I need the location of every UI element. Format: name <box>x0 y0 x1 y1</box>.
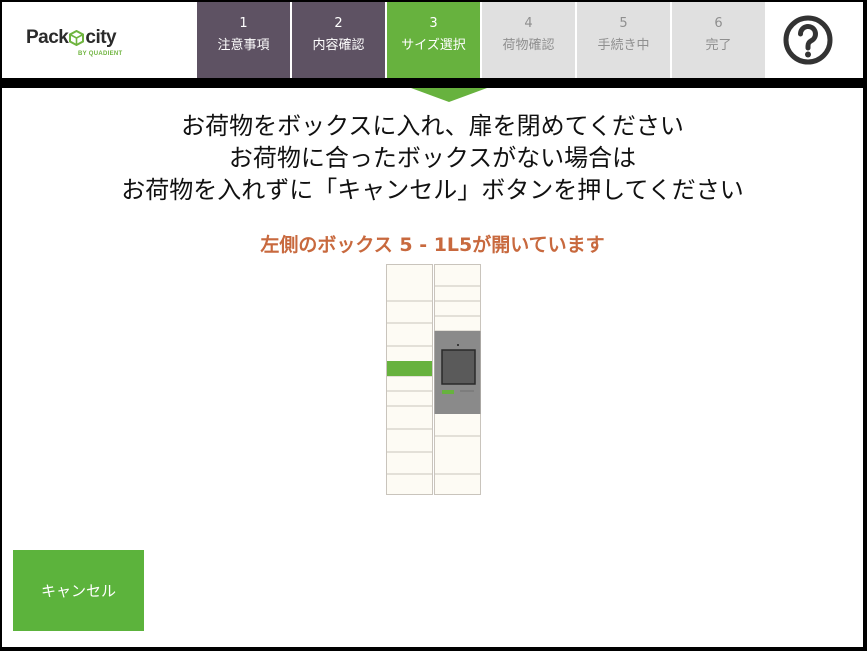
question-circle-icon[interactable] <box>782 14 834 66</box>
step-number: 6 <box>714 16 723 31</box>
step-number: 4 <box>524 16 533 31</box>
step-1: 1 注意事項 <box>197 2 290 78</box>
step-number: 1 <box>239 16 248 31</box>
instruction-line-1: お荷物をボックスに入れ、扉を閉めてください <box>181 112 684 140</box>
cube-icon <box>69 30 85 46</box>
step-6: 6 完了 <box>672 2 765 78</box>
active-step-pointer <box>411 88 487 102</box>
step-number: 5 <box>619 16 628 31</box>
step-label: 内容確認 <box>312 38 365 53</box>
open-box-message: 左側のボックス 5 - 1L5が開いています <box>260 234 605 256</box>
app-window: Pack city BY QUADIENT 1 注意事項 2 内容確認 3 サイズ… <box>2 2 863 647</box>
packcity-logo: Pack city BY QUADIENT <box>26 24 136 64</box>
locker-diagram <box>386 264 481 495</box>
logo-text-left: Pack <box>26 27 69 48</box>
header: Pack city BY QUADIENT 1 注意事項 2 内容確認 3 サイズ… <box>2 2 863 78</box>
open-box-highlight <box>387 361 432 376</box>
step-label: 手続き中 <box>597 38 650 53</box>
step-2: 2 内容確認 <box>292 2 385 78</box>
logo-subtext: BY QUADIENT <box>78 51 123 57</box>
terminal-indicator <box>442 390 454 394</box>
step-4: 4 荷物確認 <box>482 2 575 78</box>
step-number: 3 <box>429 16 438 31</box>
step-label: 完了 <box>705 38 732 53</box>
locker-left-column <box>386 264 433 495</box>
header-divider <box>2 78 863 88</box>
step-3: 3 サイズ選択 <box>387 2 480 78</box>
step-label: 荷物確認 <box>502 38 555 53</box>
step-label: サイズ選択 <box>401 38 466 53</box>
step-label: 注意事項 <box>217 38 270 53</box>
instruction-text: お荷物をボックスに入れ、扉を閉めてください お荷物に合ったボックスがない場合は … <box>2 110 863 206</box>
terminal-screen <box>441 349 476 385</box>
logo-text-right: city <box>85 27 117 48</box>
step-5: 5 手続き中 <box>577 2 670 78</box>
cancel-button[interactable]: キャンセル <box>13 550 144 631</box>
step-number: 2 <box>334 16 343 31</box>
locker-terminal <box>434 331 481 414</box>
instruction-line-3: お荷物を入れずに「キャンセル」ボタンを押してください <box>121 176 744 204</box>
instruction-line-2: お荷物に合ったボックスがない場合は <box>228 144 637 172</box>
